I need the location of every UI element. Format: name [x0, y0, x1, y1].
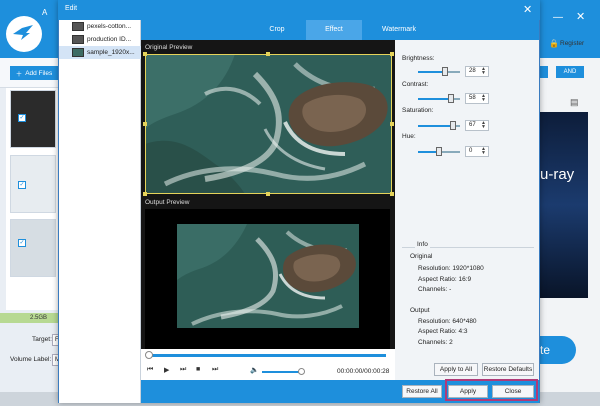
brightness-label: Brightness:: [402, 55, 435, 62]
hue-spinner-icon[interactable]: ▲ ▼: [481, 147, 486, 156]
file-list-item-selected[interactable]: sample_1920x...: [59, 46, 141, 59]
contrast-spinner-icon[interactable]: ▲ ▼: [481, 94, 486, 103]
saturation-label: Saturation:: [402, 107, 434, 114]
restore-all-button[interactable]: Restore All: [402, 385, 442, 398]
lock-icon: 🔒: [549, 39, 559, 48]
bird-logo-icon: [13, 25, 33, 40]
crop-handle[interactable]: [143, 52, 147, 56]
file-thumbnail-icon: [72, 48, 84, 57]
crop-handle[interactable]: [390, 192, 394, 196]
and-button[interactable]: AND: [556, 66, 584, 78]
disc-menu-text: u-ray: [540, 166, 575, 183]
original-aspect-ratio: Aspect Ratio: 16:9: [418, 276, 472, 283]
stop-icon[interactable]: ■: [196, 366, 200, 373]
highlight-box: [445, 379, 538, 401]
brightness-slider-fill: [418, 71, 445, 73]
tab-watermark[interactable]: Watermark: [371, 20, 427, 40]
file-thumbnail-icon: [72, 35, 84, 44]
saturation-spinner-icon[interactable]: ▲ ▼: [481, 121, 486, 130]
contrast-handle[interactable]: [448, 94, 454, 103]
file-thumbnail-icon: [72, 22, 84, 31]
file-name: sample_1920x...: [87, 49, 135, 56]
info-heading: Info: [415, 241, 430, 248]
add-files-label: Add Files: [25, 69, 53, 77]
contrast-slider-fill: [418, 98, 451, 100]
next-frame-icon[interactable]: ⏭: [180, 366, 186, 374]
output-aspect-ratio: Aspect Ratio: 4:3: [418, 328, 468, 335]
seek-handle[interactable]: [145, 351, 153, 359]
crop-handle[interactable]: [390, 52, 394, 56]
original-preview-label: Original Preview: [145, 44, 193, 51]
original-resolution: Resolution: 1920*1080: [418, 265, 484, 272]
apply-to-all-button[interactable]: Apply to All: [434, 363, 478, 376]
start-label: te: [540, 343, 551, 357]
original-channels: Channels: -: [418, 286, 452, 293]
file-name: production ID...: [87, 36, 132, 43]
document-icon[interactable]: ▤: [570, 97, 579, 108]
crop-handle[interactable]: [143, 122, 147, 126]
dialog-title: Edit: [65, 5, 78, 12]
file-checkbox[interactable]: ✓: [18, 114, 26, 122]
file-thumbnail[interactable]: [10, 90, 56, 148]
output-preview-label: Output Preview: [145, 199, 190, 206]
volume-slider[interactable]: [262, 371, 302, 373]
hue-label: Hue:: [402, 133, 416, 140]
previous-frame-icon[interactable]: ⏮: [147, 366, 153, 374]
crop-handle[interactable]: [266, 192, 270, 196]
output-channels: Channels: 2: [418, 339, 453, 346]
contrast-label: Contrast:: [402, 81, 429, 88]
brightness-spinner-icon[interactable]: ▲ ▼: [481, 67, 486, 76]
minimize-icon[interactable]: —: [553, 12, 563, 23]
tab-crop[interactable]: Crop: [249, 20, 305, 40]
file-list-item[interactable]: pexels-cotton...: [59, 20, 141, 33]
saturation-slider-fill: [418, 125, 453, 127]
volume-handle[interactable]: [298, 368, 305, 375]
output-resolution: Resolution: 640*480: [418, 318, 477, 325]
app-title-fragment: A: [42, 8, 48, 17]
output-preview-image: [177, 224, 359, 328]
saturation-handle[interactable]: [450, 121, 456, 130]
file-thumbnail[interactable]: [10, 155, 56, 213]
app-close-icon[interactable]: ✕: [576, 10, 585, 23]
file-thumbnail[interactable]: [10, 219, 56, 277]
restore-defaults-button[interactable]: Restore Defaults: [482, 363, 534, 376]
file-checkbox[interactable]: ✓: [18, 181, 26, 189]
dialog-file-list: [59, 20, 141, 403]
skip-end-icon[interactable]: ⏭: [212, 366, 218, 374]
volume-icon[interactable]: 🔈: [250, 366, 259, 374]
play-icon[interactable]: ▶: [164, 366, 169, 374]
target-label: Target:: [32, 336, 52, 343]
hue-handle[interactable]: [436, 147, 442, 156]
start-button[interactable]: te: [540, 336, 576, 364]
original-heading: Original: [410, 253, 433, 260]
file-checkbox[interactable]: ✓: [18, 239, 26, 247]
tab-effect[interactable]: Effect: [306, 20, 362, 40]
timecode: 00:00:00/00:00:28: [337, 368, 390, 375]
register-link[interactable]: Register: [560, 40, 584, 47]
output-heading: Output: [410, 307, 430, 314]
brightness-handle[interactable]: [442, 67, 448, 76]
file-list-item[interactable]: production ID...: [59, 33, 141, 46]
dialog-close-icon[interactable]: ✕: [523, 3, 532, 16]
crop-frame[interactable]: [145, 54, 392, 194]
crop-handle[interactable]: [143, 192, 147, 196]
add-files-button[interactable]: ＋ Add Files: [10, 66, 58, 80]
background-toolbar-button[interactable]: [540, 66, 548, 78]
disc-size-label: 2.5GB: [30, 315, 48, 321]
volume-label-label: Volume Label:: [10, 356, 52, 363]
seek-track[interactable]: [148, 354, 386, 357]
dialog-title-bar[interactable]: [58, 0, 540, 20]
disc-menu-preview: [540, 112, 588, 298]
file-name: pexels-cotton...: [87, 23, 132, 30]
add-icon: ＋: [15, 71, 23, 78]
crop-handle[interactable]: [390, 122, 394, 126]
crop-handle[interactable]: [266, 52, 270, 56]
